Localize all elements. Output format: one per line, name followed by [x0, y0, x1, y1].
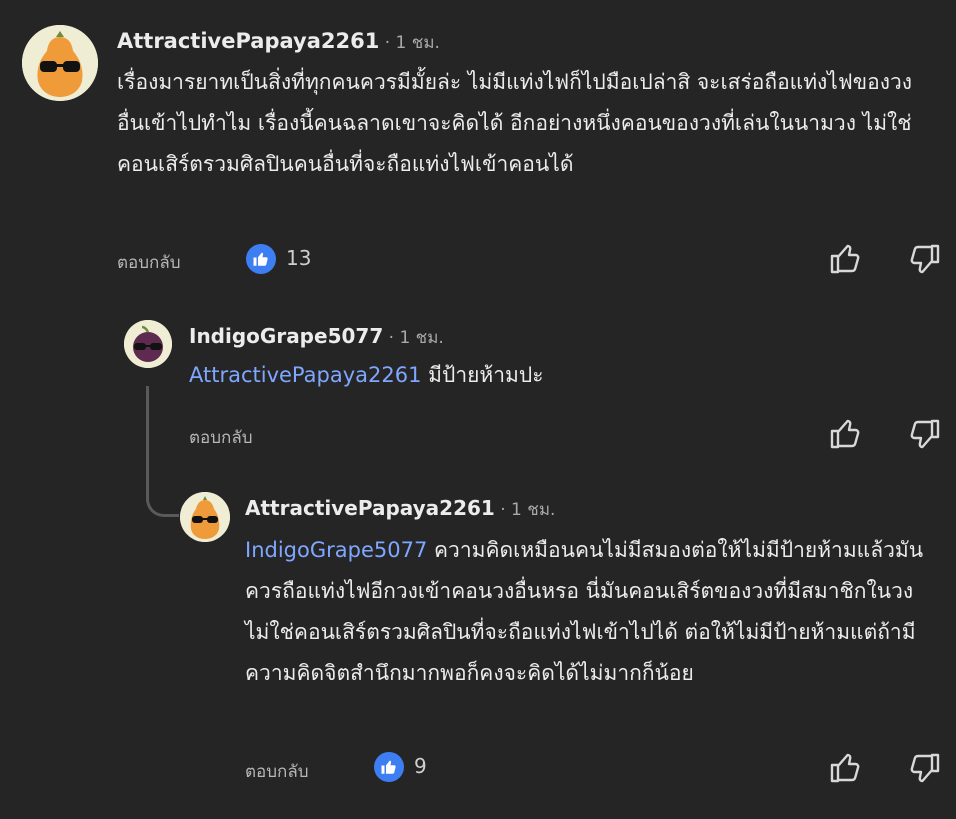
comment-2: IndigoGrape5077 · 1 ชม. AttractivePapaya…: [0, 300, 956, 460]
like-count: 13: [286, 246, 312, 270]
comment-author[interactable]: IndigoGrape5077 · 1 ชม.: [189, 324, 444, 351]
thumbs-down-icon[interactable]: [906, 750, 942, 786]
comment-text: เรื่องมารยาทเป็นสิ่งที่ทุกคนควรมีมั้ยล่ะ…: [117, 70, 913, 176]
reply-button[interactable]: ตอบกลับ: [245, 758, 309, 785]
like-badge-icon: [246, 244, 276, 274]
like-badge-icon: [374, 752, 404, 782]
avatar[interactable]: [180, 492, 230, 542]
thumbs-up-icon[interactable]: [828, 241, 864, 277]
comment-timestamp: · 1 ชม.: [379, 33, 440, 53]
thumbs-down-icon[interactable]: [906, 241, 942, 277]
comment-1: AttractivePapaya2261 · 1 ชม. เรื่องมารยา…: [0, 0, 956, 290]
reply-button[interactable]: ตอบกลับ: [189, 424, 253, 451]
mention-link[interactable]: IndigoGrape5077: [245, 538, 427, 562]
thumbs-down-icon[interactable]: [906, 416, 942, 452]
thumbs-up-icon[interactable]: [828, 416, 864, 452]
avatar[interactable]: [124, 320, 172, 368]
comment-text: IndigoGrape5077 ความคิดเหมือนคนไม่มีสมอง…: [245, 538, 924, 685]
comment-3: AttractivePapaya2261 · 1 ชม. IndigoGrape…: [0, 480, 956, 819]
comment-author[interactable]: AttractivePapaya2261 · 1 ชม.: [245, 496, 555, 523]
like-count: 9: [414, 754, 427, 778]
comment-timestamp: · 1 ชม.: [383, 328, 444, 348]
reply-button[interactable]: ตอบกลับ: [117, 249, 181, 276]
comment-author[interactable]: AttractivePapaya2261 · 1 ชม.: [117, 29, 440, 56]
comment-text: AttractivePapaya2261 มีป้ายห้ามปะ: [189, 363, 544, 387]
avatar[interactable]: [22, 25, 98, 101]
mention-link[interactable]: AttractivePapaya2261: [189, 363, 421, 387]
comment-timestamp: · 1 ชม.: [494, 500, 556, 520]
thumbs-up-icon[interactable]: [828, 750, 864, 786]
